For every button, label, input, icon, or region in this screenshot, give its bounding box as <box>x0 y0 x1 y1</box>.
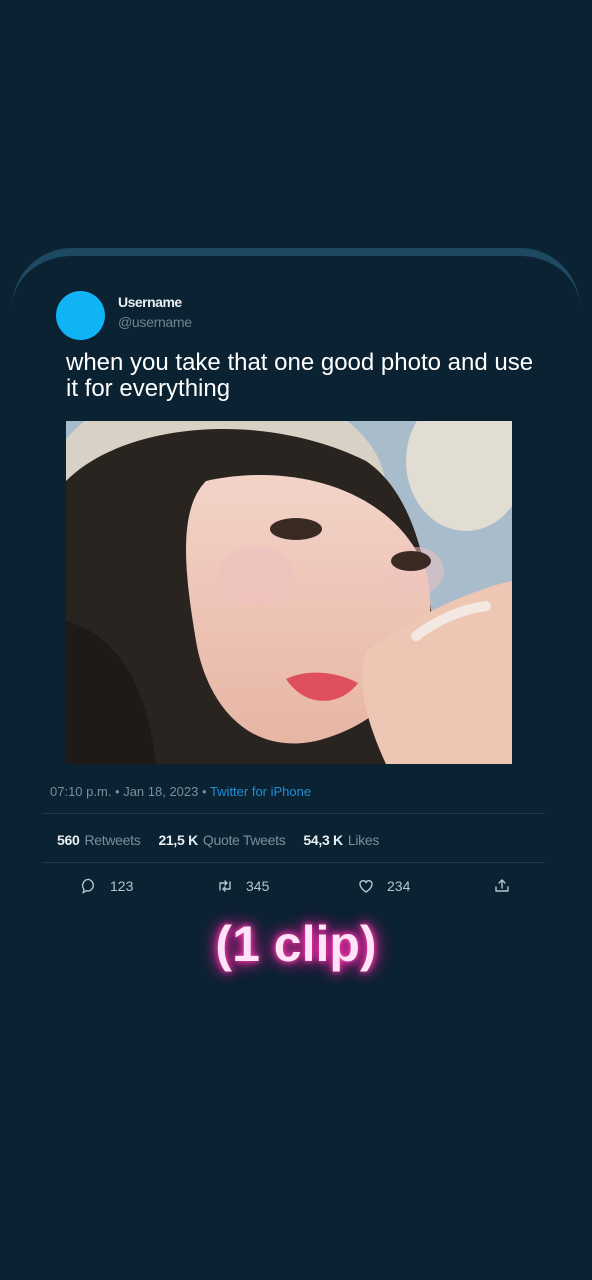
portrait-image <box>66 421 512 764</box>
share-button[interactable] <box>493 877 511 895</box>
likes-stat[interactable]: 54,3 K Likes <box>303 832 379 848</box>
like-count: 234 <box>387 878 411 894</box>
reply-icon <box>80 877 98 895</box>
reply-button[interactable]: 123 <box>80 877 133 895</box>
quotes-stat[interactable]: 21,5 K Quote Tweets <box>158 832 285 848</box>
timestamp-text: 07:10 p.m. • Jan 18, 2023 • <box>50 784 207 799</box>
avatar[interactable] <box>56 291 105 340</box>
retweet-count: 345 <box>246 878 270 894</box>
retweet-button[interactable]: 345 <box>216 877 269 895</box>
quotes-label: Quote Tweets <box>202 832 286 848</box>
user-handle[interactable]: @username <box>118 314 192 330</box>
like-button[interactable]: 234 <box>357 877 410 895</box>
tweet-photo[interactable] <box>66 421 512 764</box>
retweet-icon <box>216 877 234 895</box>
reply-count: 123 <box>110 878 134 894</box>
likes-count: 54,3 K <box>303 832 343 848</box>
quotes-count: 21,5 K <box>158 832 198 848</box>
divider <box>42 813 545 814</box>
tweet-timestamp: 07:10 p.m. • Jan 18, 2023 • Twitter for … <box>50 784 311 799</box>
divider <box>42 862 545 863</box>
display-name[interactable]: Username <box>118 294 182 310</box>
likes-label: Likes <box>347 832 380 848</box>
retweets-label: Retweets <box>84 832 141 848</box>
retweets-count: 560 <box>57 832 80 848</box>
retweets-stat[interactable]: 560 Retweets <box>57 832 141 848</box>
clip-count-overlay: (1 clip) <box>215 916 377 972</box>
engagement-stats: 560 Retweets 21,5 K Quote Tweets 54,3 K Lik… <box>57 832 379 848</box>
share-icon <box>493 877 511 895</box>
like-icon <box>357 877 375 895</box>
tweet-source-link[interactable]: Twitter for iPhone <box>210 784 311 799</box>
tweet-text: when you take that one good photo and us… <box>66 349 534 402</box>
